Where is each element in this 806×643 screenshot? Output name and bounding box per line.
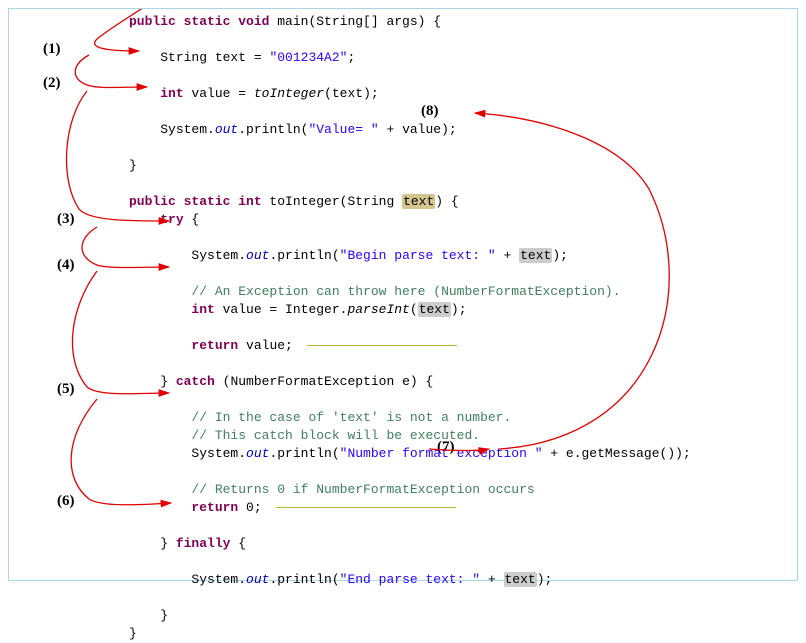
code-line: try { <box>129 211 797 229</box>
code-line <box>129 463 797 481</box>
code-line <box>129 553 797 571</box>
code-line <box>129 589 797 607</box>
code-line: } finally { <box>129 535 797 553</box>
code-line: System.out.println("Value= " + value); <box>129 121 797 139</box>
code-line: System.out.println("Begin parse text: " … <box>129 247 797 265</box>
code-line <box>129 175 797 193</box>
code-line: String text = "001234A2"; <box>129 49 797 67</box>
code-line: System.out.println("End parse text: " + … <box>129 571 797 589</box>
code-line: } catch (NumberFormatException e) { <box>129 373 797 391</box>
code-line <box>129 319 797 337</box>
code-line <box>129 67 797 85</box>
code-line: return 0; <box>129 499 797 517</box>
code-line <box>129 229 797 247</box>
code-line <box>129 355 797 373</box>
code-line: // Returns 0 if NumberFormatException oc… <box>129 481 797 499</box>
code-line <box>129 391 797 409</box>
code-line: System.out.println("Number format except… <box>129 445 797 463</box>
code-line: // This catch block will be executed. <box>129 427 797 445</box>
code-line <box>129 103 797 121</box>
code-line <box>129 139 797 157</box>
code-line: // In the case of 'text' is not a number… <box>129 409 797 427</box>
flow-line-return-value <box>307 345 457 346</box>
code-line: } <box>129 157 797 175</box>
code-line: // An Exception can throw here (NumberFo… <box>129 283 797 301</box>
code-line: public static int toInteger(String text)… <box>129 193 797 211</box>
code-line <box>129 31 797 49</box>
code-line: } <box>129 607 797 625</box>
code-block: public static void main(String[] args) {… <box>9 13 797 643</box>
code-line: public static void main(String[] args) { <box>129 13 797 31</box>
flow-line-return-zero <box>276 507 456 508</box>
code-line: int value = toInteger(text); <box>129 85 797 103</box>
code-line <box>129 517 797 535</box>
code-line: return value; <box>129 337 797 355</box>
code-line <box>129 265 797 283</box>
code-line: int value = Integer.parseInt(text); <box>129 301 797 319</box>
code-frame: (1) (2) (3) (4) (5) (6) (7) (8) public s… <box>8 8 798 581</box>
code-line: } <box>129 625 797 643</box>
